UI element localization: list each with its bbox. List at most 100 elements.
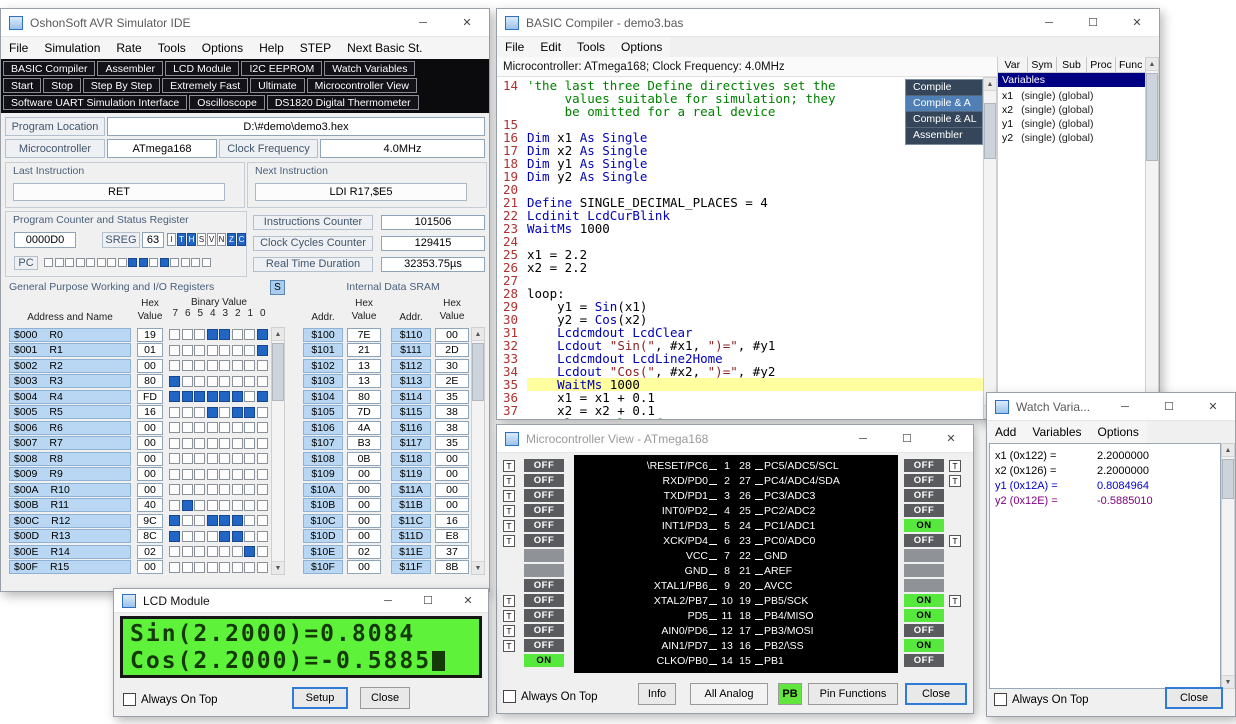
t-toggle-button[interactable]: T: [949, 535, 961, 547]
lcd-setup-button[interactable]: Setup: [292, 687, 348, 709]
pin-state-avcc[interactable]: [904, 579, 944, 592]
register-bit[interactable]: [219, 531, 230, 542]
t-toggle-button[interactable]: T: [503, 490, 515, 502]
compiler-menu-edit[interactable]: Edit: [532, 37, 569, 57]
register-bit[interactable]: [257, 329, 268, 340]
sram-hex-value[interactable]: 00: [435, 328, 469, 342]
lcd-close-button[interactable]: Close: [360, 687, 410, 709]
sram-address[interactable]: $11A: [391, 483, 431, 497]
sram-hex-value[interactable]: 7D: [347, 405, 381, 419]
sreg-flag-h[interactable]: H: [187, 233, 196, 246]
register-bit[interactable]: [232, 376, 243, 387]
register-bit[interactable]: [244, 391, 255, 402]
minimize-icon[interactable]: ─: [1103, 393, 1147, 420]
register-bit[interactable]: [232, 500, 243, 511]
register-bit[interactable]: [207, 407, 218, 418]
sram-address[interactable]: $119: [391, 467, 431, 481]
register-hex-value[interactable]: 00: [137, 452, 163, 466]
sram-scroll-thumb[interactable]: [472, 343, 484, 401]
panel-tab-sub[interactable]: Sub: [1057, 57, 1087, 72]
register-bit[interactable]: [219, 515, 230, 526]
register-address[interactable]: $00AR10: [9, 483, 131, 497]
register-address[interactable]: $003R3: [9, 374, 131, 388]
register-bit[interactable]: [182, 391, 193, 402]
pin-state-xtal2-pb7[interactable]: OFF: [524, 594, 564, 607]
pc-bit[interactable]: [149, 258, 158, 267]
watch-close-button[interactable]: Close: [1165, 687, 1223, 709]
register-bit[interactable]: [194, 376, 205, 387]
register-bit[interactable]: [219, 422, 230, 433]
compiler-menu-file[interactable]: File: [497, 37, 532, 57]
sram-hex-value[interactable]: 00: [347, 560, 381, 574]
register-bit[interactable]: [232, 407, 243, 418]
register-bit[interactable]: [207, 438, 218, 449]
register-bit[interactable]: [257, 376, 268, 387]
sram-hex-value[interactable]: 00: [347, 529, 381, 543]
toolbar-button-software-uart-simulation-interface[interactable]: Software UART Simulation Interface: [3, 95, 187, 110]
sram-hex-value[interactable]: 13: [347, 374, 381, 388]
register-bit[interactable]: [169, 562, 180, 573]
pin-state-pc5-adc5-scl[interactable]: OFF: [904, 459, 944, 472]
sram-hex-value[interactable]: 0B: [347, 452, 381, 466]
register-bit[interactable]: [194, 562, 205, 573]
register-bit[interactable]: [244, 469, 255, 480]
register-bit[interactable]: [244, 531, 255, 542]
compiler-menu-options[interactable]: Options: [613, 37, 670, 57]
register-bit[interactable]: [207, 515, 218, 526]
panel-tab-sym[interactable]: Sym: [1028, 57, 1058, 72]
register-bit[interactable]: [232, 562, 243, 573]
register-bit[interactable]: [182, 407, 193, 418]
register-bit[interactable]: [219, 407, 230, 418]
t-toggle-button[interactable]: T: [503, 460, 515, 472]
watch-scroll-track[interactable]: [1222, 457, 1234, 675]
pc-bit[interactable]: [118, 258, 127, 267]
register-bit[interactable]: [194, 453, 205, 464]
panel-scroll-track[interactable]: [1146, 71, 1158, 405]
sram-address[interactable]: $10E: [303, 545, 343, 559]
register-bit[interactable]: [182, 531, 193, 542]
register-bit[interactable]: [232, 360, 243, 371]
register-bit[interactable]: [232, 484, 243, 495]
popup-item-compile[interactable]: Compile: [906, 80, 982, 96]
sram-hex-value[interactable]: 37: [435, 545, 469, 559]
register-bit[interactable]: [232, 345, 243, 356]
sram-address[interactable]: $107: [303, 436, 343, 450]
register-hex-value[interactable]: 00: [137, 421, 163, 435]
pc-bit[interactable]: [97, 258, 106, 267]
register-bit[interactable]: [207, 422, 218, 433]
register-bit[interactable]: [244, 500, 255, 511]
pc-bit[interactable]: [65, 258, 74, 267]
pin-state-pb3-mosi[interactable]: OFF: [904, 624, 944, 637]
pc-bit[interactable]: [55, 258, 64, 267]
register-address[interactable]: $000R0: [9, 328, 131, 342]
register-bit[interactable]: [194, 360, 205, 371]
register-bit[interactable]: [207, 360, 218, 371]
sram-address[interactable]: $114: [391, 390, 431, 404]
register-bit[interactable]: [194, 391, 205, 402]
toolbar-button-stop[interactable]: Stop: [43, 78, 81, 93]
t-toggle-button[interactable]: T: [503, 475, 515, 487]
register-bit[interactable]: [232, 438, 243, 449]
maximize-icon[interactable]: ☐: [1071, 9, 1115, 36]
register-bit[interactable]: [244, 422, 255, 433]
register-bit[interactable]: [244, 562, 255, 573]
menu-step[interactable]: STEP: [292, 38, 339, 58]
menu-options[interactable]: Options: [194, 38, 251, 58]
watch-item[interactable]: y2 (0x12E) =-0.5885010: [990, 493, 1220, 508]
sram-address[interactable]: $112: [391, 359, 431, 373]
register-bit[interactable]: [182, 438, 193, 449]
register-bit[interactable]: [257, 546, 268, 557]
register-address[interactable]: $00CR12: [9, 514, 131, 528]
pin-state-ain1-pd7[interactable]: OFF: [524, 639, 564, 652]
register-bit[interactable]: [182, 546, 193, 557]
register-hex-value[interactable]: 00: [137, 436, 163, 450]
register-bit[interactable]: [194, 329, 205, 340]
pin-state-pc3-adc3[interactable]: OFF: [904, 489, 944, 502]
register-bit[interactable]: [219, 484, 230, 495]
variables-panel-scrollbar[interactable]: ▲ ▼: [1145, 57, 1159, 419]
clock-frequency-value[interactable]: 4.0MHz: [320, 139, 485, 158]
sreg-flag-t[interactable]: T: [177, 233, 186, 246]
register-bit[interactable]: [244, 515, 255, 526]
register-bit[interactable]: [232, 531, 243, 542]
sram-hex-value[interactable]: 38: [435, 405, 469, 419]
